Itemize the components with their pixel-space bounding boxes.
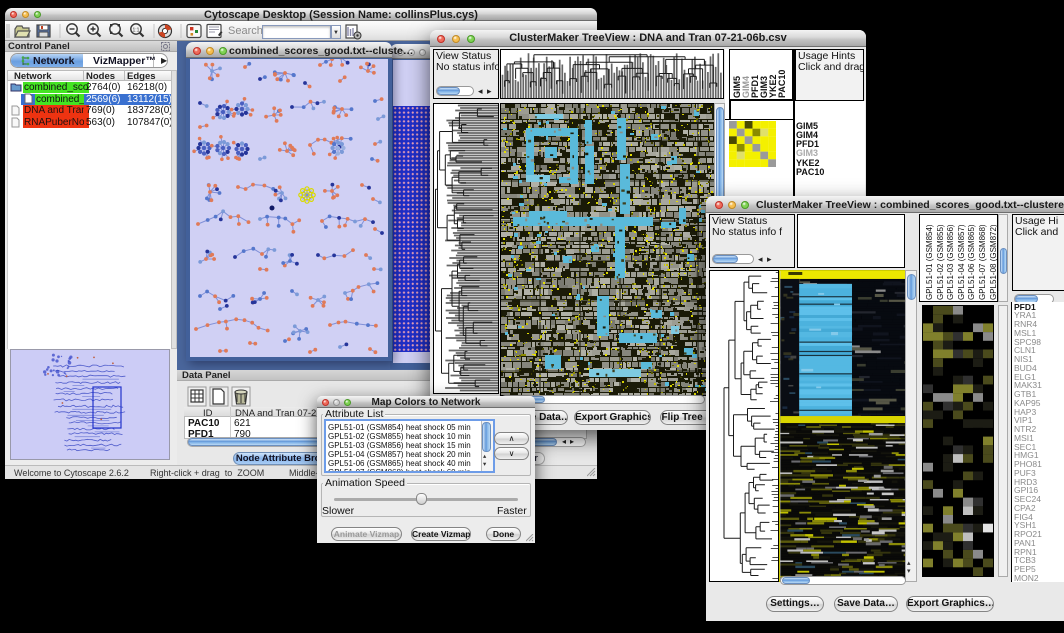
svg-text:Search:: Search:	[228, 25, 266, 37]
svg-text:1:1: 1:1	[133, 28, 140, 34]
